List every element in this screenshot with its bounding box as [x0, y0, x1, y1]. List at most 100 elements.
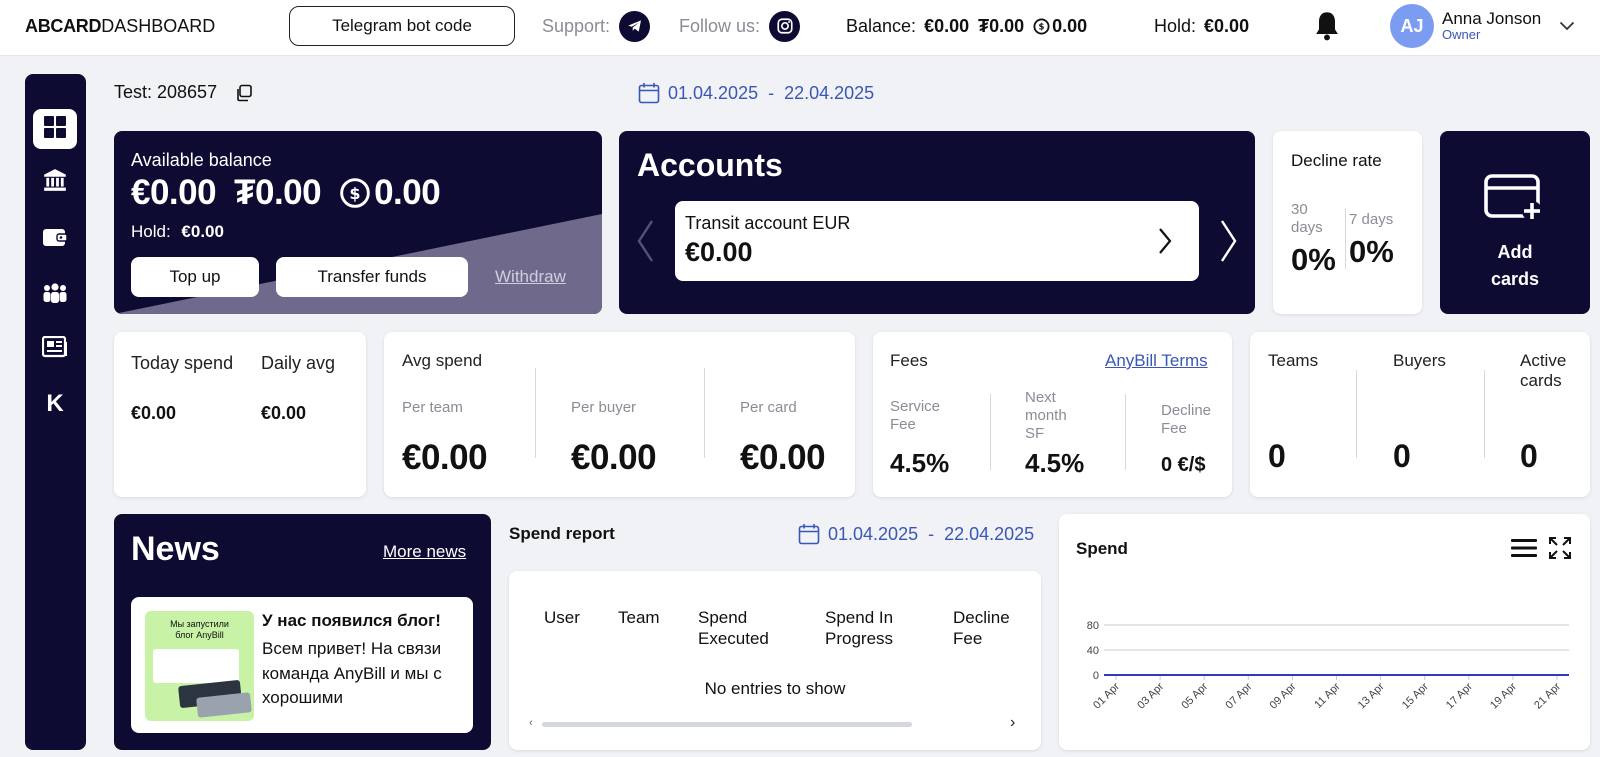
instagram-icon[interactable] [769, 10, 801, 42]
logo-light-text: DASHBOARD [101, 15, 216, 36]
telegram-icon[interactable] [619, 10, 651, 42]
chart-x-tick-label: 07 Apr [1223, 680, 1254, 711]
sidebar-item-news[interactable] [33, 329, 77, 369]
horizontal-scrollbar[interactable] [542, 722, 912, 727]
balance-uah: ₮0.00 [978, 15, 1025, 36]
decline-30-label: 30 days [1291, 201, 1323, 237]
available-balance-hold: Hold: €0.00 [131, 222, 224, 242]
fees-card: Fees AnyBill Terms Service Fee 4.5% Next… [873, 332, 1232, 497]
column-header-user[interactable]: User [544, 607, 580, 628]
per-card-label: Per card [740, 399, 797, 416]
fees-title: Fees [890, 351, 928, 370]
active-cards-label-1: Active [1520, 351, 1567, 370]
news-post-title: У нас появился блог! [262, 611, 441, 630]
column-header-spend-in-progress-text-1: Spend In [825, 608, 894, 627]
date-to: 22.04.2025 [944, 523, 1035, 544]
calendar-icon [798, 523, 820, 545]
next-month-sf-label-3: SF [1025, 425, 1045, 442]
decline-30-label-b: days [1291, 219, 1323, 236]
chart-x-tick-label: 01 Apr [1091, 680, 1122, 711]
user-name: Anna Jonson [1442, 8, 1542, 28]
decline-30-value: 0% [1291, 242, 1336, 277]
chevron-down-icon[interactable] [1559, 21, 1575, 31]
chevron-left-icon[interactable] [635, 219, 655, 268]
sidebar-item-dashboard[interactable] [33, 109, 77, 149]
column-header-decline-fee[interactable]: Decline Fee [953, 607, 1010, 650]
news-card: News More news Мы запустили блог AnyBill… [114, 514, 491, 750]
wallet-icon [42, 225, 68, 254]
account-name: Transit account EUR [685, 213, 851, 233]
next-month-sf-value: 4.5% [1025, 448, 1085, 478]
next-month-sf-label-2: month [1025, 407, 1067, 424]
buyers-label: Buyers [1393, 351, 1446, 370]
teams-count: 0 [1268, 438, 1286, 474]
chevron-right-icon[interactable] [1219, 219, 1239, 268]
sidebar-item-teams[interactable] [33, 275, 77, 315]
daily-avg-value: €0.00 [261, 403, 307, 423]
balance-label: Balance: [846, 15, 917, 36]
decline-rate-title: Decline rate [1291, 151, 1382, 170]
support-label: Support: [542, 15, 611, 36]
news-post[interactable]: Мы запустили блог AnyBill У нас появился… [131, 597, 473, 733]
active-cards-count: 0 [1520, 438, 1538, 474]
available-balance-card: Available balance €0.00 ₮0.00 $ 0.00 Hol… [114, 131, 602, 314]
sidebar-item-bank[interactable] [33, 162, 77, 202]
sidebar-item-wallet[interactable] [33, 219, 77, 259]
per-card-value: €0.00 [740, 438, 826, 477]
scroll-right-icon[interactable]: › [1010, 714, 1015, 732]
service-fee-value: 4.5% [890, 448, 950, 478]
chart-x-tick-label: 05 Apr [1179, 680, 1210, 711]
available-balance-title: Available balance [131, 150, 272, 170]
test-id-row: Test: 208657 [114, 82, 253, 103]
column-header-spend-in-progress[interactable]: Spend In Progress [825, 607, 893, 650]
service-fee-label-1: Service [890, 398, 941, 415]
add-cards-button[interactable]: Add cards [1440, 131, 1590, 314]
decline-fee-label: Decline Fee [1161, 402, 1211, 438]
chevron-right-icon[interactable] [1157, 227, 1173, 260]
account-balance: €0.00 [685, 237, 753, 267]
per-team-label: Per team [402, 399, 463, 416]
chart-x-tick-label: 03 Apr [1135, 680, 1166, 711]
per-buyer-label: Per buyer [571, 399, 637, 416]
terms-link[interactable]: AnyBill Terms [1105, 351, 1208, 371]
app-logo[interactable]: ABCARD DASHBOARD [25, 0, 215, 52]
top-up-button[interactable]: Top up [131, 257, 259, 297]
divider [704, 368, 705, 458]
top-header: ABCARD DASHBOARD Telegram bot code Suppo… [0, 0, 1600, 56]
notification-bell-icon[interactable] [1313, 0, 1341, 52]
scroll-left-icon[interactable]: ‹ [529, 717, 533, 729]
news-thumbnail-caption: Мы запустили блог AnyBill [145, 619, 254, 641]
transfer-funds-button[interactable]: Transfer funds [276, 257, 468, 297]
spend-chart-card: Spend 0 40 80 01 Apr 03 Apr 05 Apr 07 Apr 09 Ap… [1059, 514, 1590, 750]
add-card-icon [1484, 174, 1544, 227]
logo-bold-text: ABCARD [25, 15, 102, 36]
more-news-link[interactable]: More news [383, 542, 466, 562]
copy-icon[interactable] [235, 84, 253, 102]
thumbnail-card [196, 692, 252, 718]
column-header-spend-executed[interactable]: Spend Executed [698, 607, 769, 650]
follow-us-label: Follow us: [679, 15, 761, 36]
divider [990, 394, 991, 470]
column-header-user-text: User [544, 608, 580, 627]
spend-report-table: User Team Spend Executed Spend In Progre… [509, 571, 1041, 750]
column-header-team[interactable]: Team [618, 607, 660, 628]
newspaper-icon [41, 335, 68, 363]
active-cards-label-2: cards [1520, 371, 1562, 391]
telegram-bot-code-button[interactable]: Telegram bot code [289, 6, 515, 46]
chart-y-tick-label: 80 [1087, 620, 1099, 632]
spend-report-date-range[interactable]: 01.04.2025 - 22.04.2025 [798, 523, 1034, 545]
account-item-transit-eur[interactable]: Transit account EUR €0.00 [675, 201, 1199, 281]
user-menu[interactable]: AJ Anna Jonson Owner [1390, 0, 1575, 52]
service-fee-label-2: Fee [890, 416, 916, 433]
available-balance-eur: €0.00 [131, 173, 217, 212]
avatar: AJ [1390, 4, 1434, 48]
sidebar-item-k[interactable]: K [33, 384, 77, 424]
avg-spend-title: Avg spend [402, 351, 483, 370]
withdraw-link[interactable]: Withdraw [495, 267, 566, 287]
test-id: Test: 208657 [114, 82, 218, 102]
hold-label: Hold: [131, 222, 171, 241]
avg-spend-card: Avg spend Per team €0.00 Per buyer €0.00… [384, 332, 855, 497]
date-range-picker[interactable]: 01.04.2025 - 22.04.2025 [638, 82, 874, 104]
user-info: Anna Jonson Owner [1442, 8, 1542, 43]
add-cards-label: Add cards [1440, 239, 1590, 293]
